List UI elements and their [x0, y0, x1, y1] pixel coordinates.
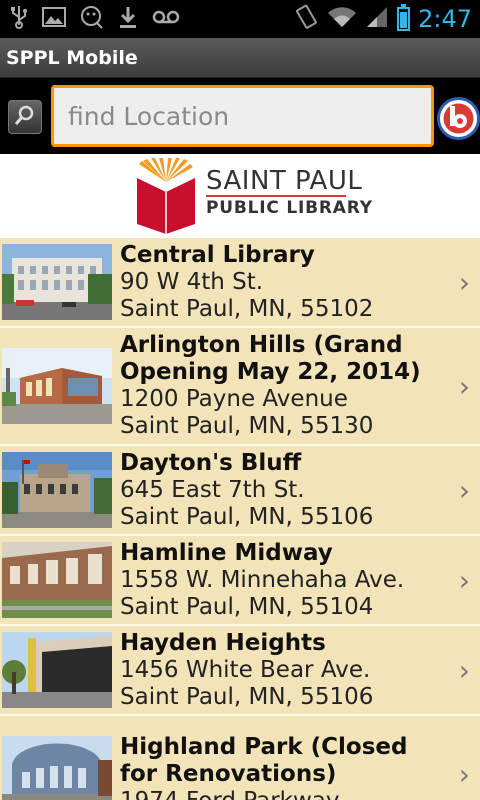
clock: 2:47	[418, 5, 472, 33]
list-item-arlington-hills[interactable]: Arlington Hills (Grand Opening May 22, 2…	[0, 328, 480, 446]
location-photo	[2, 632, 112, 708]
location-city: Saint Paul, MN, 55106	[120, 503, 374, 530]
location-city: Saint Paul, MN, 55130	[120, 413, 374, 439]
location-name: Central Library	[120, 241, 315, 268]
search-icon	[13, 103, 37, 131]
list-item-daytons-bluff[interactable]: Dayton's Bluff 645 East 7th St. Saint Pa…	[0, 446, 480, 536]
location-photo	[2, 244, 112, 320]
list-item-highland-park[interactable]: Highland Park (Closed for Renovations) 1…	[0, 716, 480, 800]
list-item-central-library[interactable]: Central Library 90 W 4th St. Saint Paul,…	[0, 238, 480, 328]
location-photo	[2, 736, 112, 800]
search-button[interactable]	[8, 100, 42, 134]
android-debug-icon	[80, 5, 104, 34]
chevron-right-icon: ›	[458, 474, 470, 507]
search-row	[0, 78, 480, 154]
signal-icon	[365, 5, 389, 33]
bibliocommons-logo-button[interactable]	[437, 97, 480, 140]
list-item-hayden-heights[interactable]: Hayden Heights 1456 White Bear Ave. Sain…	[0, 626, 480, 716]
location-city: Saint Paul, MN, 55106	[120, 683, 374, 710]
app-title: SPPL Mobile	[6, 46, 138, 69]
location-name: Highland Park (Closed for Renovations)	[120, 733, 408, 787]
status-bar: 2:47	[0, 0, 480, 38]
location-address: 1558 W. Minnehaha Ave.	[120, 566, 405, 593]
location-text: Dayton's Bluff 645 East 7th St. Saint Pa…	[120, 447, 450, 534]
logo-line-1: SAINT PAUL	[206, 166, 363, 196]
battery-icon	[397, 4, 411, 31]
location-text: Central Library 90 W 4th St. Saint Paul,…	[120, 239, 450, 326]
location-name: Hayden Heights	[120, 629, 326, 656]
location-photo	[2, 348, 112, 424]
location-name: Hamline Midway	[120, 539, 333, 566]
location-photo	[2, 452, 112, 528]
location-text: Highland Park (Closed for Renovations) 1…	[120, 731, 450, 800]
chevron-right-icon: ›	[458, 564, 470, 597]
wifi-icon	[327, 5, 357, 33]
app-title-bar: SPPL Mobile	[0, 38, 480, 78]
chevron-right-icon: ›	[458, 654, 470, 687]
usb-icon	[10, 5, 28, 34]
notification-icons	[0, 5, 180, 34]
location-list[interactable]: Central Library 90 W 4th St. Saint Paul,…	[0, 238, 480, 800]
logo-line-2: PUBLIC LIBRARY	[206, 198, 373, 218]
location-text: Hamline Midway 1558 W. Minnehaha Ave. Sa…	[120, 537, 450, 624]
location-text: Arlington Hills (Grand Opening May 22, 2…	[120, 329, 450, 443]
location-name: Arlington Hills (Grand Opening May 22, 2…	[120, 332, 421, 385]
search-input[interactable]	[51, 85, 434, 147]
bibliocommons-icon	[437, 97, 480, 140]
list-item-hamline-midway[interactable]: Hamline Midway 1558 W. Minnehaha Ave. Sa…	[0, 536, 480, 626]
library-logo-icon	[137, 158, 195, 234]
location-address: 1200 Payne Avenue	[120, 386, 348, 412]
voicemail-icon	[152, 8, 180, 30]
location-name: Dayton's Bluff	[120, 449, 302, 476]
location-address: 1974 Ford Parkway	[120, 788, 450, 800]
logo-divider	[206, 195, 346, 197]
system-status: 2:47	[293, 0, 472, 38]
location-city: Saint Paul, MN, 55104	[120, 593, 374, 620]
image-icon	[42, 6, 66, 33]
chevron-right-icon: ›	[458, 266, 470, 299]
chevron-right-icon: ›	[458, 370, 470, 403]
location-address: 1456 White Bear Ave.	[120, 656, 371, 683]
location-address: 645 East 7th St.	[120, 476, 305, 503]
location-text: Hayden Heights 1456 White Bear Ave. Sain…	[120, 627, 450, 714]
vibrate-icon	[293, 4, 319, 34]
location-city: Saint Paul, MN, 55102	[120, 295, 374, 322]
location-photo	[2, 542, 112, 618]
download-icon	[118, 5, 138, 34]
chevron-right-icon: ›	[458, 758, 470, 791]
location-address: 90 W 4th St.	[120, 268, 264, 295]
library-logo-header: SAINT PAUL PUBLIC LIBRARY	[0, 154, 480, 238]
